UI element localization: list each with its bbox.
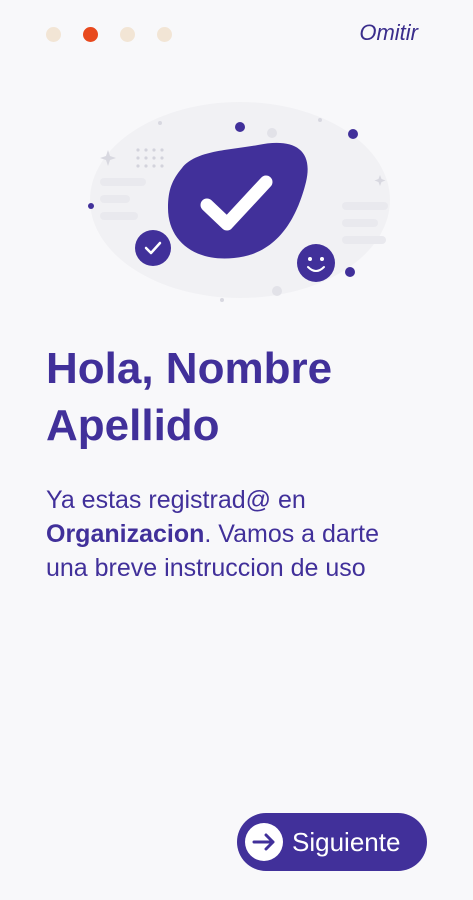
pagination-dot-1 bbox=[46, 27, 61, 42]
pagination-dot-4 bbox=[157, 27, 172, 42]
arrow-right-circle-icon bbox=[245, 823, 283, 861]
smiley-icon bbox=[297, 244, 335, 282]
next-button[interactable]: Siguiente bbox=[237, 813, 427, 871]
greeting-title: Hola, Nombre Apellido bbox=[46, 340, 436, 454]
organization-name: Organizacion bbox=[46, 520, 205, 548]
pagination-dots bbox=[46, 27, 172, 42]
hero-illustration bbox=[88, 102, 390, 302]
pagination-dot-3 bbox=[120, 27, 135, 42]
greeting-surname: Apellido bbox=[46, 401, 220, 450]
small-check-badge-icon bbox=[135, 230, 171, 266]
welcome-description: Ya estas registrad@ en Organizacion. Vam… bbox=[46, 483, 426, 585]
next-button-label: Siguiente bbox=[292, 826, 401, 857]
greeting-name: Hola, Nombre bbox=[46, 344, 333, 393]
description-text-1: Ya estas registrad@ en bbox=[46, 486, 306, 514]
pagination-dot-2-active bbox=[83, 27, 98, 42]
skip-button[interactable]: Omitir bbox=[359, 20, 418, 46]
